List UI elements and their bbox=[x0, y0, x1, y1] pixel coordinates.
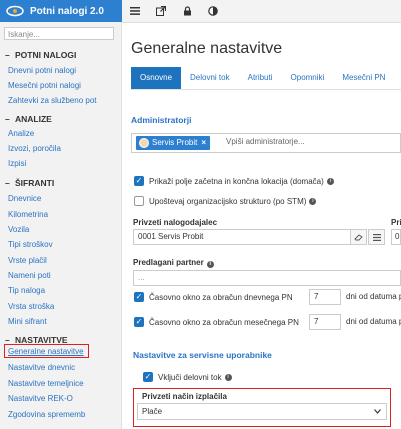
avatar bbox=[139, 138, 149, 148]
app-title: Potni nalogi 2.0 bbox=[30, 5, 104, 17]
app-brand[interactable]: Potni nalogi 2.0 bbox=[0, 0, 122, 22]
external-link-icon[interactable] bbox=[148, 0, 174, 22]
sidebar-item-mesecni-potni-nalogi[interactable]: Mesečni potni nalogi bbox=[8, 81, 81, 90]
sidebar-item-vrste-placil[interactable]: Vrste plačil bbox=[8, 256, 47, 265]
option-label: Prikaži polje začetna in končna lokacija… bbox=[149, 176, 324, 186]
menu-icon[interactable] bbox=[122, 0, 148, 22]
tab-bar: Osnovne Delovni tok Atributi Opomniki Me… bbox=[131, 67, 394, 89]
sidebar-item-nameni-poti[interactable]: Nameni poti bbox=[8, 271, 51, 280]
monthly-window-input[interactable]: 7 bbox=[309, 314, 341, 330]
admin-tag-label: Servis Probit bbox=[152, 138, 198, 147]
default-payer-input[interactable]: 0001 Servis Probit bbox=[133, 229, 351, 245]
eraser-icon[interactable] bbox=[350, 229, 367, 245]
sidebar-search-input[interactable]: Iskanje... bbox=[4, 27, 114, 40]
column-2-label: Pri bbox=[391, 218, 401, 227]
logo-icon bbox=[6, 5, 24, 17]
sidebar-item-dnevni-potni-nalogi[interactable]: Dnevni potni nalogi bbox=[8, 66, 76, 75]
page-title: Generalne nastavitve bbox=[131, 40, 283, 57]
sidebar-item-nastavitve-reko[interactable]: Nastavitve REK-O bbox=[8, 394, 73, 403]
tab-osnovne[interactable]: Osnovne bbox=[131, 67, 182, 89]
checkbox-checked[interactable]: ✓ bbox=[134, 292, 144, 302]
tab-delovni-tok[interactable]: Delovni tok bbox=[181, 67, 239, 89]
sidebar-item-zgodovina-sprememb[interactable]: Zgodovina sprememb bbox=[8, 410, 85, 419]
checkbox-checked[interactable]: ✓ bbox=[134, 176, 144, 186]
sidebar-item-vozila[interactable]: Vozila bbox=[8, 225, 29, 234]
option-workflow[interactable]: ✓ Vključi delovni tok i bbox=[140, 372, 232, 382]
checkbox-checked[interactable]: ✓ bbox=[134, 317, 144, 327]
sidebar-item-analize[interactable]: Analize bbox=[8, 129, 34, 138]
sidebar-item-izpisi[interactable]: Izpisi bbox=[8, 159, 26, 168]
option-monthly-window[interactable]: ✓ Časovno okno za obračun mesečnega PN bbox=[131, 317, 299, 327]
sidebar-item-dnevnice[interactable]: Dnevnice bbox=[8, 194, 41, 203]
sidebar-section-analize[interactable]: – ANALIZE bbox=[5, 114, 52, 124]
info-icon: i bbox=[224, 373, 232, 381]
sidebar-section-potni-nalogi[interactable]: – POTNI NALOGI bbox=[5, 50, 76, 60]
tab-opomniki[interactable]: Opomniki bbox=[282, 67, 334, 89]
sidebar-item-izvozi[interactable]: Izvozi, poročila bbox=[8, 144, 61, 153]
lock-icon[interactable] bbox=[174, 0, 200, 22]
daily-window-input[interactable]: 7 bbox=[309, 289, 341, 305]
checkbox-unchecked[interactable] bbox=[134, 196, 144, 206]
payout-method-label: Privzeti način izplačila bbox=[142, 392, 227, 401]
option-show-location[interactable]: ✓ Prikaži polje začetna in končna lokaci… bbox=[131, 176, 334, 186]
sidebar-item-nastavitve-dnevnic[interactable]: Nastavitve dnevnic bbox=[8, 363, 75, 372]
admins-placeholder: Vpiši administratorje... bbox=[226, 137, 305, 146]
close-icon[interactable]: × bbox=[201, 136, 206, 150]
admin-tag[interactable]: Servis Probit × bbox=[136, 136, 211, 150]
column-2-input[interactable]: 0 bbox=[391, 229, 401, 245]
sidebar: Iskanje... – POTNI NALOGI Dnevni potni na… bbox=[0, 22, 122, 429]
daily-window-suffix: dni od datuma p bbox=[346, 292, 401, 301]
sidebar-item-nastavitve-temeljnice[interactable]: Nastavitve temeljnice bbox=[8, 379, 84, 388]
payout-method-value: Plače bbox=[142, 407, 163, 416]
sidebar-item-tip-naloga[interactable]: Tip naloga bbox=[8, 286, 45, 295]
sidebar-item-tipi-stroskov[interactable]: Tipi stroškov bbox=[8, 240, 53, 249]
info-icon: i bbox=[326, 177, 334, 185]
admins-heading: Administratorji bbox=[131, 115, 192, 125]
sidebar-item-vrsta-stroska[interactable]: Vrsta stroška bbox=[8, 302, 54, 311]
tab-mesecni-pn[interactable]: Mesečni PN bbox=[333, 67, 394, 89]
default-payer-label: Privzeti nalogodajalec bbox=[133, 218, 218, 227]
option-label: Časovno okno za obračun mesečnega PN bbox=[149, 317, 299, 327]
service-users-heading: Nastavitve za servisne uporabnike bbox=[133, 350, 272, 360]
contrast-icon[interactable] bbox=[200, 0, 226, 22]
sidebar-item-zahtevki[interactable]: Zahtevki za službeno pot bbox=[8, 96, 97, 105]
sidebar-section-sifranti[interactable]: – ŠIFRANTI bbox=[5, 178, 54, 188]
suggested-partner-label: Predlagani partner i bbox=[133, 258, 214, 268]
sidebar-item-kilometrina[interactable]: Kilometrina bbox=[8, 210, 48, 219]
list-icon[interactable] bbox=[368, 229, 385, 245]
payout-method-select[interactable]: Plače bbox=[137, 403, 387, 420]
sidebar-item-generalne-nastavitve[interactable]: Generalne nastavitve bbox=[8, 347, 84, 356]
option-label: Vključi delovni tok bbox=[158, 372, 222, 382]
tab-atributi[interactable]: Atributi bbox=[239, 67, 282, 89]
info-icon: i bbox=[206, 261, 214, 268]
sidebar-item-mini-sifrant[interactable]: Mini sifrant bbox=[8, 317, 47, 326]
chevron-down-icon bbox=[374, 409, 381, 414]
monthly-window-suffix: dni od datuma p bbox=[346, 317, 401, 326]
top-toolbar bbox=[122, 0, 401, 23]
info-icon: i bbox=[309, 197, 317, 205]
checkbox-checked[interactable]: ✓ bbox=[143, 372, 153, 382]
option-label: Upoštevaj organizacijsko strukturo (po S… bbox=[149, 196, 307, 206]
suggested-partner-input[interactable]: ... bbox=[133, 270, 401, 286]
option-label: Časovno okno za obračun dnevnega PN bbox=[149, 292, 293, 302]
option-daily-window[interactable]: ✓ Časovno okno za obračun dnevnega PN bbox=[131, 292, 293, 302]
option-org-structure[interactable]: Upoštevaj organizacijsko strukturo (po S… bbox=[131, 196, 317, 206]
tab-divider bbox=[131, 89, 401, 90]
admins-input[interactable]: Servis Probit × Vpiši administratorje... bbox=[131, 133, 401, 153]
